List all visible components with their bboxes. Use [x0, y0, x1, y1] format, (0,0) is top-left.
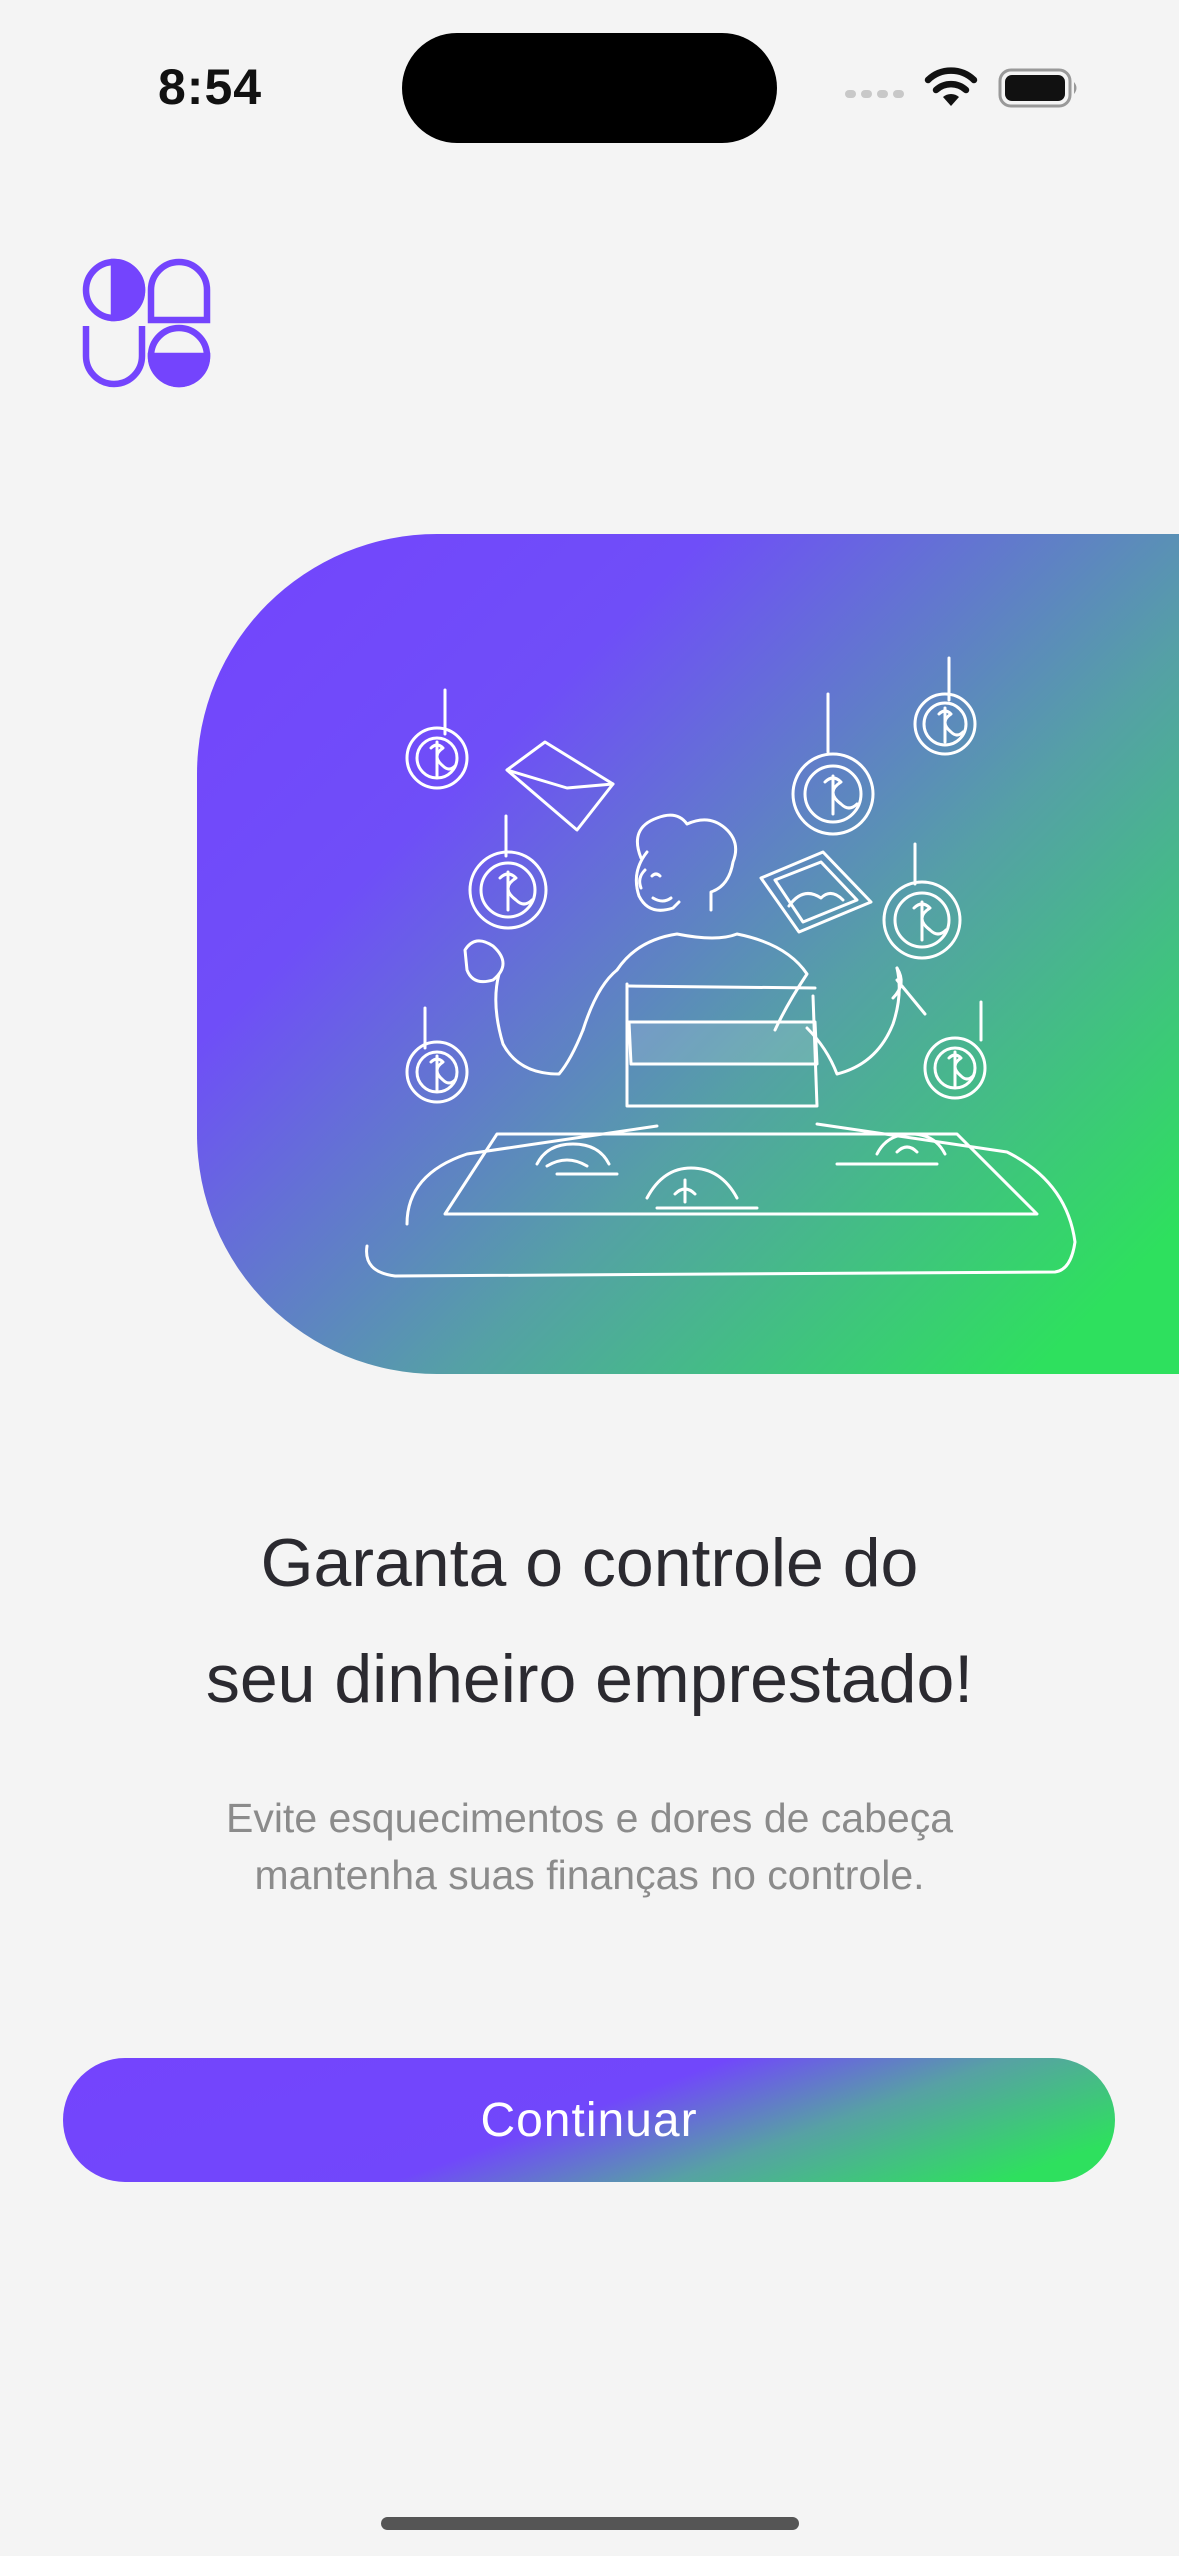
page-subtitle-line2: mantenha suas finanças no controle.	[254, 1852, 925, 1898]
home-indicator[interactable]	[381, 2517, 799, 2530]
page-subtitle: Evite esquecimentos e dores de cabeça ma…	[80, 1790, 1099, 1904]
dynamic-island	[402, 33, 777, 143]
page-title: Garanta o controle do seu dinheiro empre…	[60, 1505, 1119, 1737]
person-in-money-pool-illustration	[365, 656, 1077, 1278]
wifi-icon	[924, 67, 978, 106]
status-time: 8:54	[158, 59, 263, 115]
continue-button[interactable]: Continuar	[63, 2058, 1115, 2182]
page-title-line1: Garanta o controle do	[260, 1525, 919, 1601]
page-subtitle-line1: Evite esquecimentos e dores de cabeça	[225, 1795, 954, 1841]
onboarding-screen: 8:54 Garanta o controle do seu dinheiro …	[0, 0, 1179, 2556]
signal-icon	[845, 90, 904, 98]
page-title-line2: seu dinheiro emprestado!	[205, 1641, 974, 1717]
battery-icon	[998, 68, 1077, 108]
hero-banner	[197, 534, 1179, 1374]
app-logo-icon	[82, 258, 211, 388]
